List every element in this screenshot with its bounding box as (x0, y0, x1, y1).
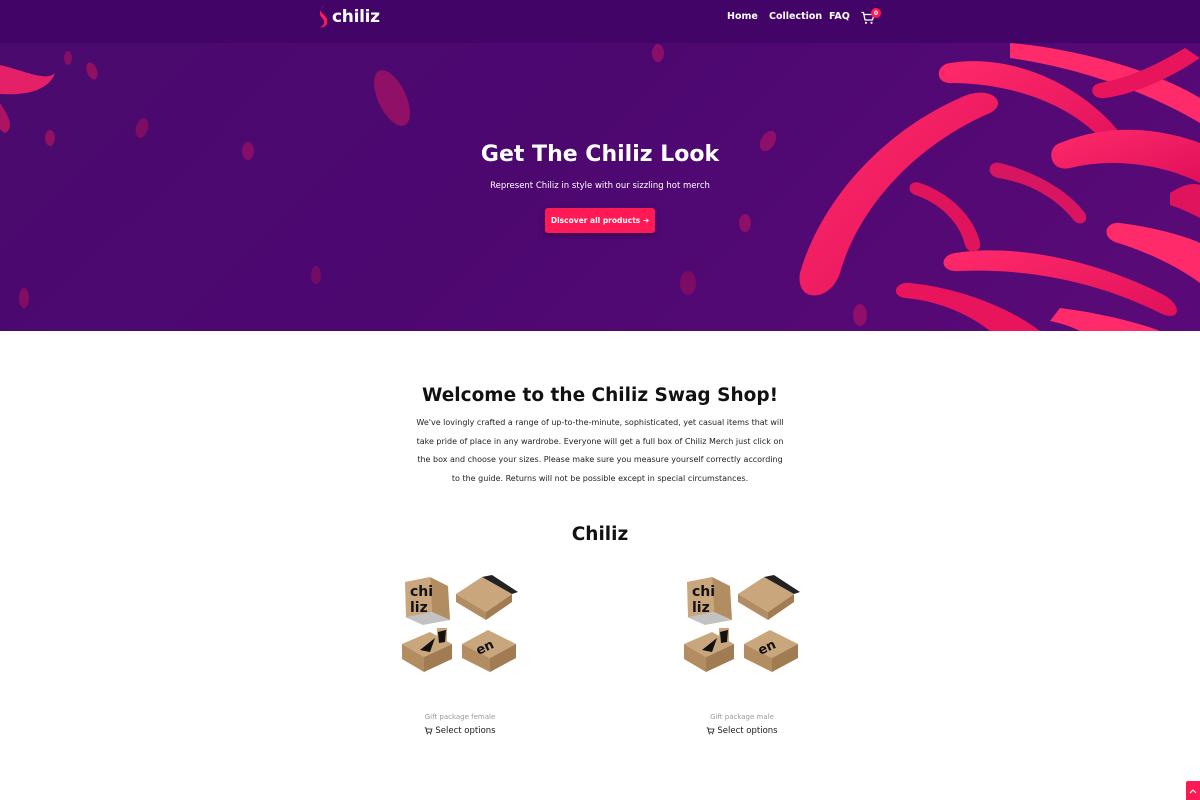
nav-home[interactable]: Home (727, 11, 758, 22)
product-name[interactable]: Gift package female (390, 713, 530, 721)
cart-icon (707, 727, 715, 735)
chili-logo-icon (319, 6, 328, 28)
product-card[interactable]: chi liz en Gift package female Select op… (390, 572, 530, 736)
nav-faq[interactable]: FAQ (829, 11, 850, 22)
scroll-to-top-button[interactable] (1186, 781, 1200, 800)
product-card[interactable]: chi liz en Gift package male Select opti… (672, 572, 812, 736)
cart-icon (425, 727, 433, 735)
chevron-up-icon (1189, 788, 1197, 793)
select-options-label: Select options (435, 726, 496, 736)
top-navbar: chiliz Home Collection FAQ 0 (0, 0, 1200, 43)
chiliz-logo[interactable]: chiliz (318, 5, 380, 29)
select-options-label: Select options (717, 726, 778, 736)
hero-subtitle: Represent Chiliz in style with our sizzl… (490, 181, 710, 191)
cart-count-badge: 0 (871, 8, 881, 18)
welcome-title: Welcome to the Chiliz Swag Shop! (421, 385, 779, 406)
nav-collection[interactable]: Collection (769, 11, 822, 22)
discover-products-button[interactable]: Discover all products ➔ (545, 208, 655, 233)
select-options-button[interactable]: Select options (390, 726, 530, 736)
logo-text: chiliz (332, 7, 380, 27)
svg-text:chi: chi (410, 584, 433, 600)
gift-package-image[interactable]: chi liz en (390, 572, 530, 684)
select-options-button[interactable]: Select options (672, 726, 812, 736)
collection-title: Chiliz (571, 524, 629, 545)
gift-package-image[interactable]: chi liz en (672, 572, 812, 684)
svg-text:chi: chi (692, 584, 715, 600)
hero-banner: Get The Chiliz Look Represent Chiliz in … (0, 43, 1200, 331)
hero-title: Get The Chiliz Look (480, 142, 720, 167)
product-name[interactable]: Gift package male (672, 713, 812, 721)
welcome-text: We've lovingly crafted a range of up-to-… (416, 418, 784, 483)
